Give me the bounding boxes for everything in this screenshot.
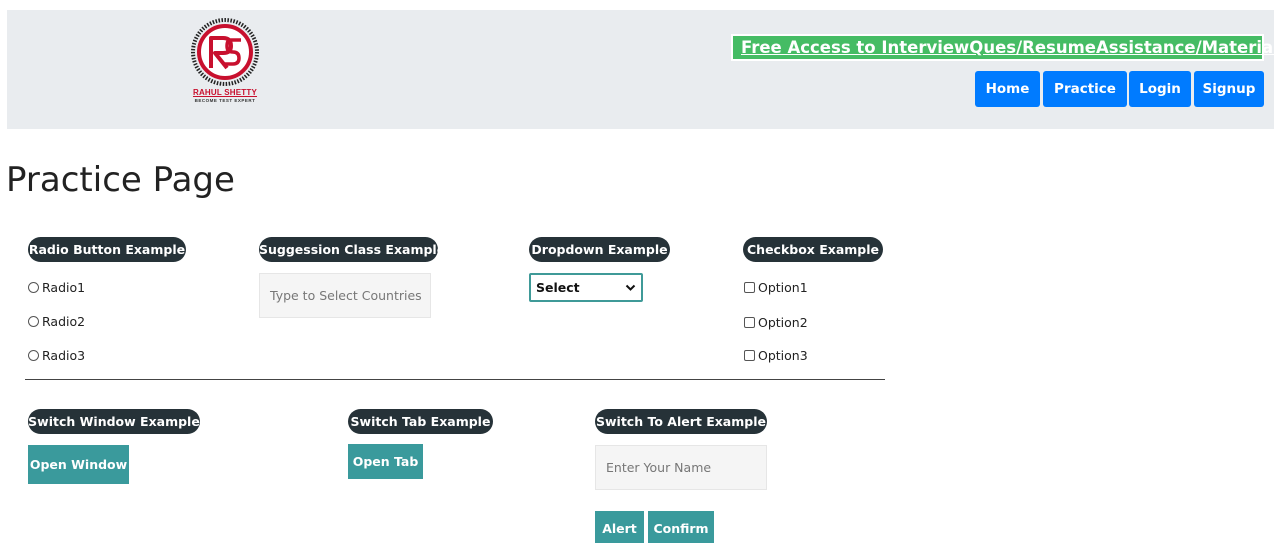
name-input[interactable]: Enter Your Name xyxy=(595,445,767,490)
checkbox-icon[interactable] xyxy=(744,317,755,328)
checkbox-section-legend: Checkbox Example xyxy=(743,237,883,262)
site-header: RAHUL SHETTY BECOME TEST EXPERT Free Acc… xyxy=(7,10,1274,129)
radio-button-icon[interactable] xyxy=(28,316,39,327)
open-window-button[interactable]: Open Window xyxy=(28,445,129,484)
country-autocomplete-input[interactable]: Type to Select Countries xyxy=(259,273,431,318)
radio-label: Radio1 xyxy=(42,280,86,295)
checkbox-option-2[interactable]: Option2 xyxy=(744,315,808,330)
checkbox-option-1[interactable]: Option1 xyxy=(744,280,808,295)
nav-signup-button[interactable]: Signup xyxy=(1194,71,1264,107)
rahul-shetty-logo[interactable]: RAHUL SHETTY BECOME TEST EXPERT xyxy=(177,16,273,112)
dropdown-select[interactable]: Select xyxy=(529,273,643,302)
open-tab-button[interactable]: Open Tab xyxy=(348,444,423,479)
checkbox-label: Option1 xyxy=(758,280,808,295)
radio-section-legend: Radio Button Example xyxy=(28,237,186,262)
free-access-link[interactable]: Free Access to InterviewQues/ResumeAssis… xyxy=(731,34,1274,61)
switch-tab-legend: Switch Tab Example xyxy=(348,409,493,434)
radio-label: Radio2 xyxy=(42,314,86,329)
suggestion-section-legend: Suggession Class Example xyxy=(259,237,445,262)
checkbox-icon[interactable] xyxy=(744,350,755,361)
page-title: Practice Page xyxy=(6,160,235,200)
logo-tagline: BECOME TEST EXPERT xyxy=(194,98,256,103)
dropdown-selected-value: Select xyxy=(536,280,580,295)
logo-emblem-icon xyxy=(191,18,259,86)
radio-button-icon[interactable] xyxy=(28,282,39,293)
switch-window-legend: Switch Window Example xyxy=(28,409,200,434)
checkbox-label: Option3 xyxy=(758,348,808,363)
radio-option-1[interactable]: Radio1 xyxy=(28,280,85,295)
checkbox-option-3[interactable]: Option3 xyxy=(744,348,808,363)
radio-option-2[interactable]: Radio2 xyxy=(28,314,85,329)
switch-alert-legend: Switch To Alert Example xyxy=(595,409,767,434)
alert-button[interactable]: Alert xyxy=(595,511,644,543)
nav-login-button[interactable]: Login xyxy=(1129,71,1191,107)
radio-button-icon[interactable] xyxy=(28,350,39,361)
checkbox-icon[interactable] xyxy=(744,282,755,293)
nav-home-button[interactable]: Home xyxy=(975,71,1040,107)
checkbox-label: Option2 xyxy=(758,315,808,330)
confirm-button[interactable]: Confirm xyxy=(648,511,714,543)
nav-practice-button[interactable]: Practice xyxy=(1043,71,1127,107)
section-divider xyxy=(25,379,885,380)
chevron-down-icon xyxy=(625,284,636,291)
radio-option-3[interactable]: Radio3 xyxy=(28,348,85,363)
dropdown-section-legend: Dropdown Example xyxy=(529,237,670,262)
radio-label: Radio3 xyxy=(42,348,86,363)
logo-brand-text: RAHUL SHETTY xyxy=(192,88,258,97)
